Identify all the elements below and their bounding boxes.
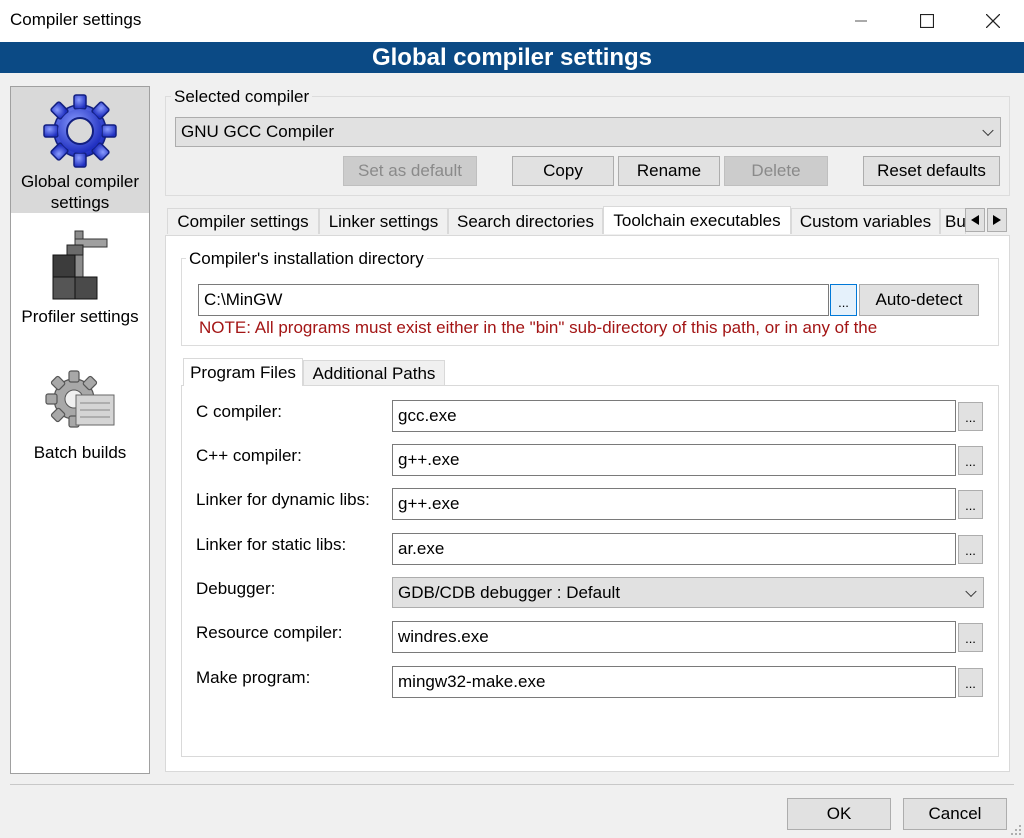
resize-grip-icon[interactable] <box>1010 824 1022 836</box>
tab-toolchain-executables[interactable]: Toolchain executables <box>603 206 791 234</box>
program-files-panel <box>181 385 999 757</box>
cpp-compiler-input[interactable]: g++.exe <box>392 444 956 476</box>
linker-dynamic-browse-button[interactable]: ... <box>958 490 983 519</box>
tab-compiler-settings[interactable]: Compiler settings <box>167 208 319 234</box>
resource-compiler-label: Resource compiler: <box>196 623 343 642</box>
sidebar-item-batch-builds[interactable]: Batch builds <box>11 369 149 469</box>
set-as-default-button[interactable]: Set as default <box>343 156 477 186</box>
arrow-right-icon <box>993 215 1001 225</box>
c-compiler-browse-button[interactable]: ... <box>958 402 983 431</box>
tab-linker-settings[interactable]: Linker settings <box>319 208 448 234</box>
sidebar: Global compiler settings Profiler settin… <box>10 86 150 774</box>
arrow-left-icon <box>971 215 979 225</box>
linker-dynamic-input[interactable]: g++.exe <box>392 488 956 520</box>
sidebar-item-label: Batch builds <box>33 443 127 462</box>
cpp-compiler-browse-button[interactable]: ... <box>958 446 983 475</box>
maximize-icon[interactable] <box>904 0 950 42</box>
compiler-select-value: GNU GCC Compiler <box>181 122 335 141</box>
window-title: Compiler settings <box>10 10 142 29</box>
linker-static-browse-button[interactable]: ... <box>958 535 983 564</box>
close-icon[interactable] <box>970 0 1016 42</box>
install-dir-input[interactable]: C:\MinGW <box>198 284 829 316</box>
sidebar-item-label: Global compiler settings <box>20 172 140 212</box>
install-dir-browse-button[interactable]: ... <box>830 284 857 316</box>
tab-additional-paths[interactable]: Additional Paths <box>303 360 445 386</box>
debugger-label: Debugger: <box>196 579 276 598</box>
c-compiler-input[interactable]: gcc.exe <box>392 400 956 432</box>
footer-divider <box>10 784 1014 785</box>
copy-button[interactable]: Copy <box>512 156 614 186</box>
delete-button[interactable]: Delete <box>724 156 828 186</box>
caliper-icon <box>52 230 108 300</box>
program-subtabs: Program Files Additional Paths <box>181 358 999 386</box>
linker-static-input[interactable]: ar.exe <box>392 533 956 565</box>
ok-button[interactable]: OK <box>787 798 891 830</box>
minimize-icon[interactable] <box>838 0 884 42</box>
compiler-select[interactable]: GNU GCC Compiler <box>175 117 1001 147</box>
page-banner: Global compiler settings <box>0 42 1024 73</box>
tab-build-options[interactable]: Bu <box>940 208 966 234</box>
chevron-down-icon <box>965 585 977 597</box>
make-program-input[interactable]: mingw32-make.exe <box>392 666 956 698</box>
sidebar-item-profiler[interactable]: Profiler settings <box>11 225 149 335</box>
install-dir-label: Compiler's installation directory <box>186 249 427 269</box>
make-program-browse-button[interactable]: ... <box>958 668 983 697</box>
chevron-down-icon <box>982 124 994 137</box>
settings-tabs: Compiler settings Linker settings Search… <box>165 206 1010 236</box>
c-compiler-label: C compiler: <box>196 402 282 421</box>
tab-search-directories[interactable]: Search directories <box>448 208 603 234</box>
linker-dynamic-label: Linker for dynamic libs: <box>196 490 370 509</box>
resource-compiler-browse-button[interactable]: ... <box>958 623 983 652</box>
reset-defaults-button[interactable]: Reset defaults <box>863 156 1000 186</box>
debugger-select-value: GDB/CDB debugger : Default <box>398 582 621 602</box>
rename-button[interactable]: Rename <box>618 156 720 186</box>
cpp-compiler-label: C++ compiler: <box>196 446 302 465</box>
sidebar-item-global-compiler[interactable]: Global compiler settings <box>11 87 149 213</box>
tab-custom-variables[interactable]: Custom variables <box>791 208 940 234</box>
linker-static-label: Linker for static libs: <box>196 535 347 554</box>
tab-scroll-left-button[interactable] <box>965 208 985 232</box>
tab-scroll-right-button[interactable] <box>987 208 1007 232</box>
make-program-label: Make program: <box>196 668 311 687</box>
selected-compiler-label: Selected compiler <box>171 87 313 107</box>
resource-compiler-input[interactable]: windres.exe <box>392 621 956 653</box>
auto-detect-button[interactable]: Auto-detect <box>859 284 979 316</box>
cancel-button[interactable]: Cancel <box>903 798 1007 830</box>
tab-program-files[interactable]: Program Files <box>183 358 303 386</box>
debugger-select[interactable]: GDB/CDB debugger : Default <box>392 577 984 608</box>
batch-gear-icon <box>45 370 115 428</box>
gear-icon <box>43 94 117 168</box>
install-dir-note: NOTE: All programs must exist either in … <box>199 318 878 337</box>
sidebar-item-label: Profiler settings <box>21 307 139 326</box>
